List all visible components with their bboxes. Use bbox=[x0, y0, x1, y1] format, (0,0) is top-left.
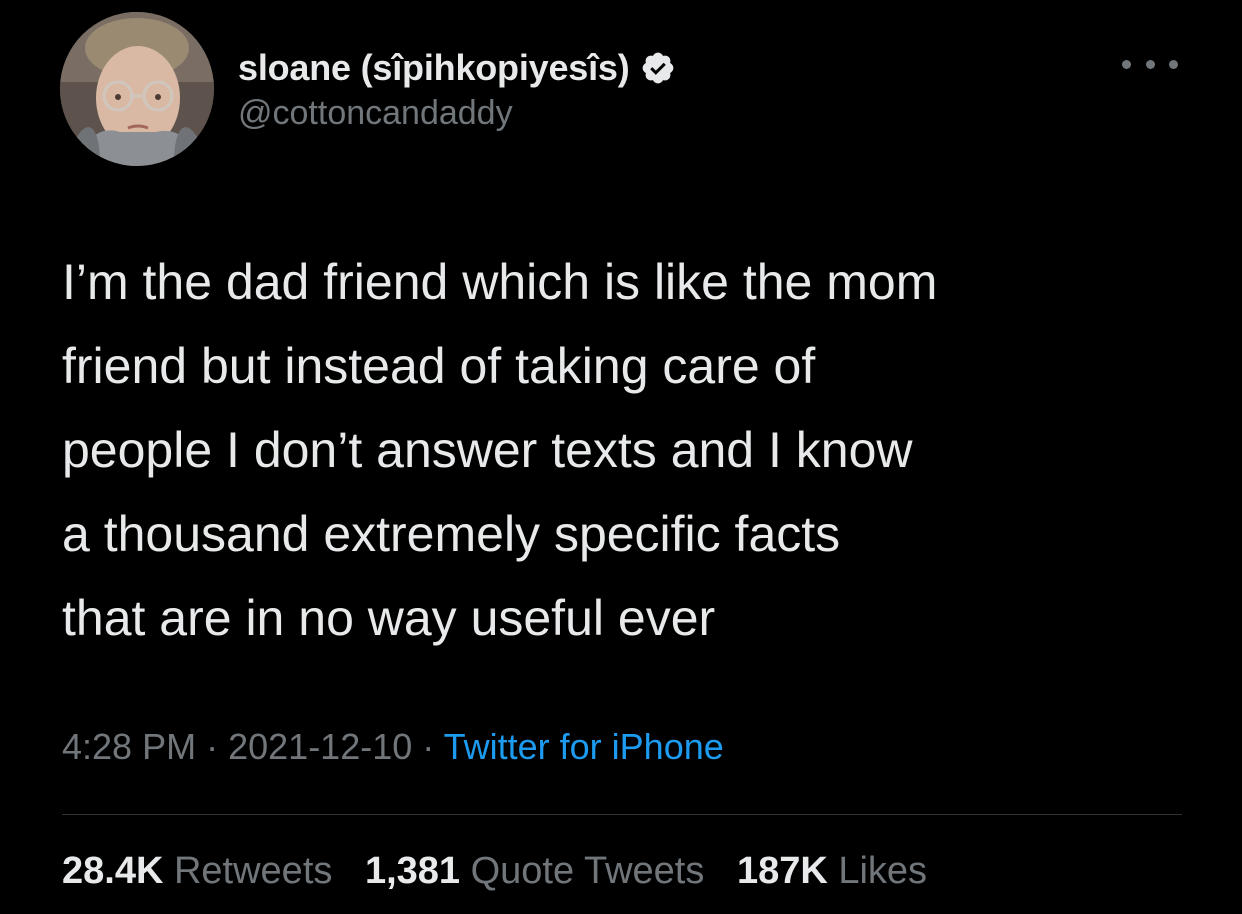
tweet-text-line: that are in no way useful ever bbox=[62, 590, 716, 646]
quote-tweets-count: 1,381 bbox=[364, 850, 461, 892]
likes-stat[interactable]: 187K Likes bbox=[737, 850, 927, 892]
tweet-meta: 4:28 PM · 2021-12-10 · Twitter for iPhon… bbox=[62, 726, 724, 768]
more-dot bbox=[1169, 59, 1178, 69]
tweet-text-line: friend but instead of taking care of bbox=[62, 338, 816, 394]
quote-tweets-label: Quote Tweets bbox=[470, 850, 705, 892]
avatar-photo bbox=[60, 12, 214, 166]
retweets-count: 28.4K bbox=[62, 850, 164, 892]
quote-tweets-stat[interactable]: 1,381 Quote Tweets bbox=[365, 850, 704, 892]
more-dot bbox=[1145, 59, 1155, 69]
tweet-card: sloane (sîpihkopiyesîs) @cottoncandaddy … bbox=[0, 0, 1242, 914]
meta-separator: · bbox=[422, 726, 435, 767]
retweets-stat[interactable]: 28.4K Retweets bbox=[62, 850, 332, 892]
tweet-text-line: people I don’t answer texts and I know bbox=[62, 422, 913, 478]
more-options-icon[interactable] bbox=[1122, 54, 1178, 74]
likes-label: Likes bbox=[838, 850, 928, 892]
tweet-text-line: I’m the dad friend which is like the mom bbox=[62, 254, 938, 310]
tweet-source-link[interactable]: Twitter for iPhone bbox=[444, 726, 724, 767]
tweet-text-line: a thousand extremely specific facts bbox=[62, 506, 841, 562]
tweet-time[interactable]: 4:28 PM bbox=[62, 726, 196, 767]
tweet-stats: 28.4K Retweets 1,381 Quote Tweets 187K L… bbox=[62, 850, 949, 893]
more-dot bbox=[1122, 59, 1131, 69]
author-name-row[interactable]: sloane (sîpihkopiyesîs) bbox=[238, 44, 676, 92]
author-handle[interactable]: @cottoncandaddy bbox=[238, 94, 513, 133]
avatar[interactable] bbox=[60, 12, 214, 166]
divider bbox=[62, 814, 1182, 815]
meta-separator: · bbox=[206, 726, 219, 767]
tweet-text: I’m the dad friend which is like the mom… bbox=[62, 240, 1202, 660]
retweets-label: Retweets bbox=[173, 850, 333, 892]
verified-badge-icon bbox=[642, 52, 673, 84]
likes-count: 187K bbox=[736, 850, 828, 892]
author-display-name[interactable]: sloane (sîpihkopiyesîs) bbox=[238, 47, 630, 89]
tweet-date[interactable]: 2021-12-10 bbox=[228, 726, 412, 767]
